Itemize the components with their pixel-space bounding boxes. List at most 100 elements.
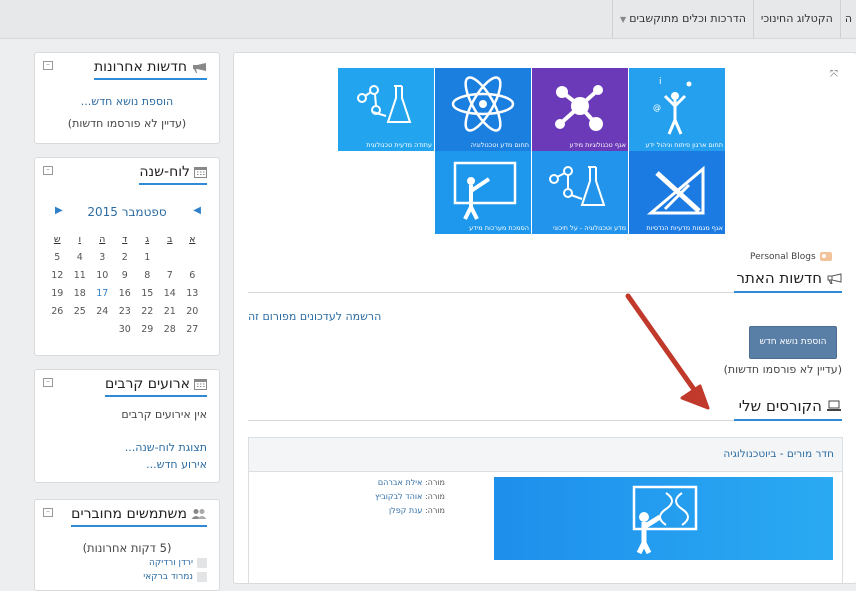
my-courses-title: הקורסים שלי (739, 397, 842, 415)
weekday-label: ג (145, 233, 150, 245)
course-image[interactable] (494, 477, 833, 560)
upcoming-events-block: ארועים קרבים – אין אירועים קרבים תצוגת ל… (34, 369, 220, 483)
calendar-day[interactable]: 8 (136, 266, 159, 284)
calendar-day[interactable]: 27 (181, 320, 204, 338)
tile-caption: מדע וטכנולוגיה - על תיכוני (552, 224, 626, 232)
calendar-day[interactable]: 29 (136, 320, 159, 338)
teacher-link[interactable]: אילת אברהם (378, 478, 423, 487)
calendar-icon (194, 167, 207, 178)
calendar-day[interactable]: 26 (46, 302, 69, 320)
online-users-subtitle: (5 דקות אחרונות) (82, 541, 172, 555)
svg-text:i: i (659, 77, 662, 87)
course-card: חדר מורים - ביוטכנולוגיה מורה: אילת אברה… (248, 437, 843, 583)
tile-it-division[interactable]: אגף טכנולוגיות מידע (532, 68, 628, 151)
tile-caption: אגף מגמות מדעיות הנדסיות (646, 224, 723, 232)
tile-science-tech[interactable]: תחום מדע וטכנולוגיה (435, 68, 531, 151)
calendar-day[interactable]: 25 (69, 302, 92, 320)
tile-caption: אגף טכנולוגיות מידע (569, 141, 626, 149)
tile-engineering[interactable]: אגף מגמות מדעיות הנדסיות (629, 151, 725, 234)
tile-post-secondary[interactable]: מדע וטכנולוגיה - על תיכוני (532, 151, 628, 234)
calendar-day[interactable]: 10 (91, 266, 114, 284)
calendar-day[interactable]: 13 (181, 284, 204, 302)
calendar-day[interactable]: 15 (136, 284, 159, 302)
laptop-icon (827, 400, 841, 411)
tile-info-systems[interactable]: הסמכת מערכות מידע (435, 151, 531, 234)
site-news-title: חדשות האתר (737, 269, 842, 287)
course-teacher: מורה: ענת קפלן (388, 506, 445, 515)
top-navbar: ה הקטלוג החינוכי הדרכות וכלים מתוקשבים▼ (0, 0, 856, 39)
menu-item-tools[interactable]: הדרכות וכלים מתוקשבים▼ (612, 0, 753, 38)
megaphone-icon (193, 63, 206, 73)
blog-icon (819, 252, 832, 261)
calendar-day[interactable]: 1 (136, 248, 159, 266)
tile-caption: תחום ארגון פיתוח וניהול ידע (645, 141, 723, 149)
calendar-day[interactable]: 7 (159, 266, 182, 284)
calendar-day[interactable]: 6 (181, 266, 204, 284)
collapse-icon[interactable]: – (43, 166, 53, 175)
calendar-grid: ש ו ה ד ג ב א 5 4 3 2 1 12 11 10 9 8 7 6 19 18 17 16 15 14 13 26 25… (46, 230, 204, 338)
calendar-day[interactable]: 14 (159, 284, 182, 302)
calendar-day[interactable]: 23 (114, 302, 137, 320)
new-event-link[interactable]: אירוע חדש... (146, 458, 207, 471)
collapse-icon[interactable]: – (43, 61, 53, 70)
avatar (197, 558, 207, 568)
subscribe-link[interactable]: הרשמה לעדכונים מפורום זה (248, 310, 381, 323)
online-user-link[interactable]: ירדן ורדיקה (149, 558, 193, 568)
calendar-day[interactable]: 17 (91, 284, 114, 302)
weekday-label: ש (53, 233, 61, 245)
tile-caption: עתודה מדעית טכנולוגית (366, 141, 432, 149)
megaphone-icon (827, 273, 842, 284)
online-users-title: משתמשים מחוברים (71, 506, 207, 527)
teacher-link[interactable]: אוהד לבקוביץ (375, 492, 422, 501)
online-users-block: משתמשים מחוברים – (5 דקות אחרונות) ירדן … (34, 499, 220, 591)
tile-knowledge-dev[interactable]: i @ תחום ארגון פיתוח וניהול ידע (629, 68, 725, 151)
next-month-arrow[interactable]: ▶ (55, 205, 63, 216)
fullscreen-icon[interactable]: ⤧ (830, 69, 838, 80)
calendar-day[interactable]: 12 (46, 266, 69, 284)
person-juggling-icon: i @ (653, 77, 692, 135)
tile-science-reserve[interactable]: עתודה מדעית טכנולוגית (338, 68, 434, 151)
calendar-title: לוח-שנה (139, 164, 207, 185)
teacher-link[interactable]: ענת קפלן (389, 506, 422, 515)
calendar-day[interactable]: 24 (91, 302, 114, 320)
calendar-day[interactable]: 2 (114, 248, 137, 266)
tile-caption: תחום מדע וטכנולוגיה (470, 141, 529, 149)
menu-item-partial[interactable]: ה (839, 0, 856, 38)
title-underline (734, 291, 842, 293)
calendar-day[interactable]: 3 (91, 248, 114, 266)
calendar-day[interactable]: 5 (46, 248, 69, 266)
atom-icon (451, 76, 515, 132)
online-user-row: ירדן ורדיקה (149, 558, 207, 568)
calendar-day[interactable]: 19 (46, 284, 69, 302)
calendar-block: לוח-שנה – ◀ ספטמבר 2015 ▶ ש ו ה ד ג ב א 5 4 3 2 1 12… (34, 157, 220, 356)
molecule-icon (555, 85, 603, 131)
calendar-day[interactable]: 20 (181, 302, 204, 320)
collapse-icon[interactable]: – (43, 508, 53, 517)
online-user-link[interactable]: נמרוד ברקאי (143, 572, 193, 582)
lab-flask-icon (357, 85, 412, 123)
weekday-label: ו (78, 233, 82, 245)
add-topic-button[interactable]: הוספת נושא חדש (749, 326, 837, 359)
tile-caption: הסמכת מערכות מידע (469, 224, 529, 232)
calendar-day[interactable]: 18 (69, 284, 92, 302)
course-name-link[interactable]: חדר מורים - ביוטכנולוגיה (723, 448, 834, 460)
calendar-day[interactable]: 21 (159, 302, 182, 320)
main-content: ⤧ i @ תחום ארגון פיתוח וניהול ידע אגף טכ… (233, 52, 856, 584)
add-news-link[interactable]: הוספת נושא חדש... (35, 95, 219, 108)
calendar-day[interactable]: 9 (114, 266, 137, 284)
menu-item-catalog[interactable]: הקטלוג החינוכי (752, 0, 840, 38)
calendar-view-link[interactable]: תצוגת לוח-שנה... (125, 441, 207, 454)
calendar-day[interactable]: 22 (136, 302, 159, 320)
calendar-day[interactable]: 28 (159, 320, 182, 338)
calendar-day (181, 248, 204, 266)
calendar-day[interactable]: 11 (69, 266, 92, 284)
online-user-row: נמרוד ברקאי (143, 572, 207, 582)
chevron-down-icon: ▼ (620, 15, 627, 24)
calendar-day[interactable]: 4 (69, 248, 92, 266)
weekday-label: ב (167, 233, 173, 245)
personal-blogs[interactable]: Personal Blogs (750, 251, 833, 262)
calendar-day[interactable]: 16 (114, 284, 137, 302)
collapse-icon[interactable]: – (43, 378, 53, 387)
calendar-day[interactable]: 30 (114, 320, 137, 338)
teacher-board-icon (453, 161, 517, 220)
